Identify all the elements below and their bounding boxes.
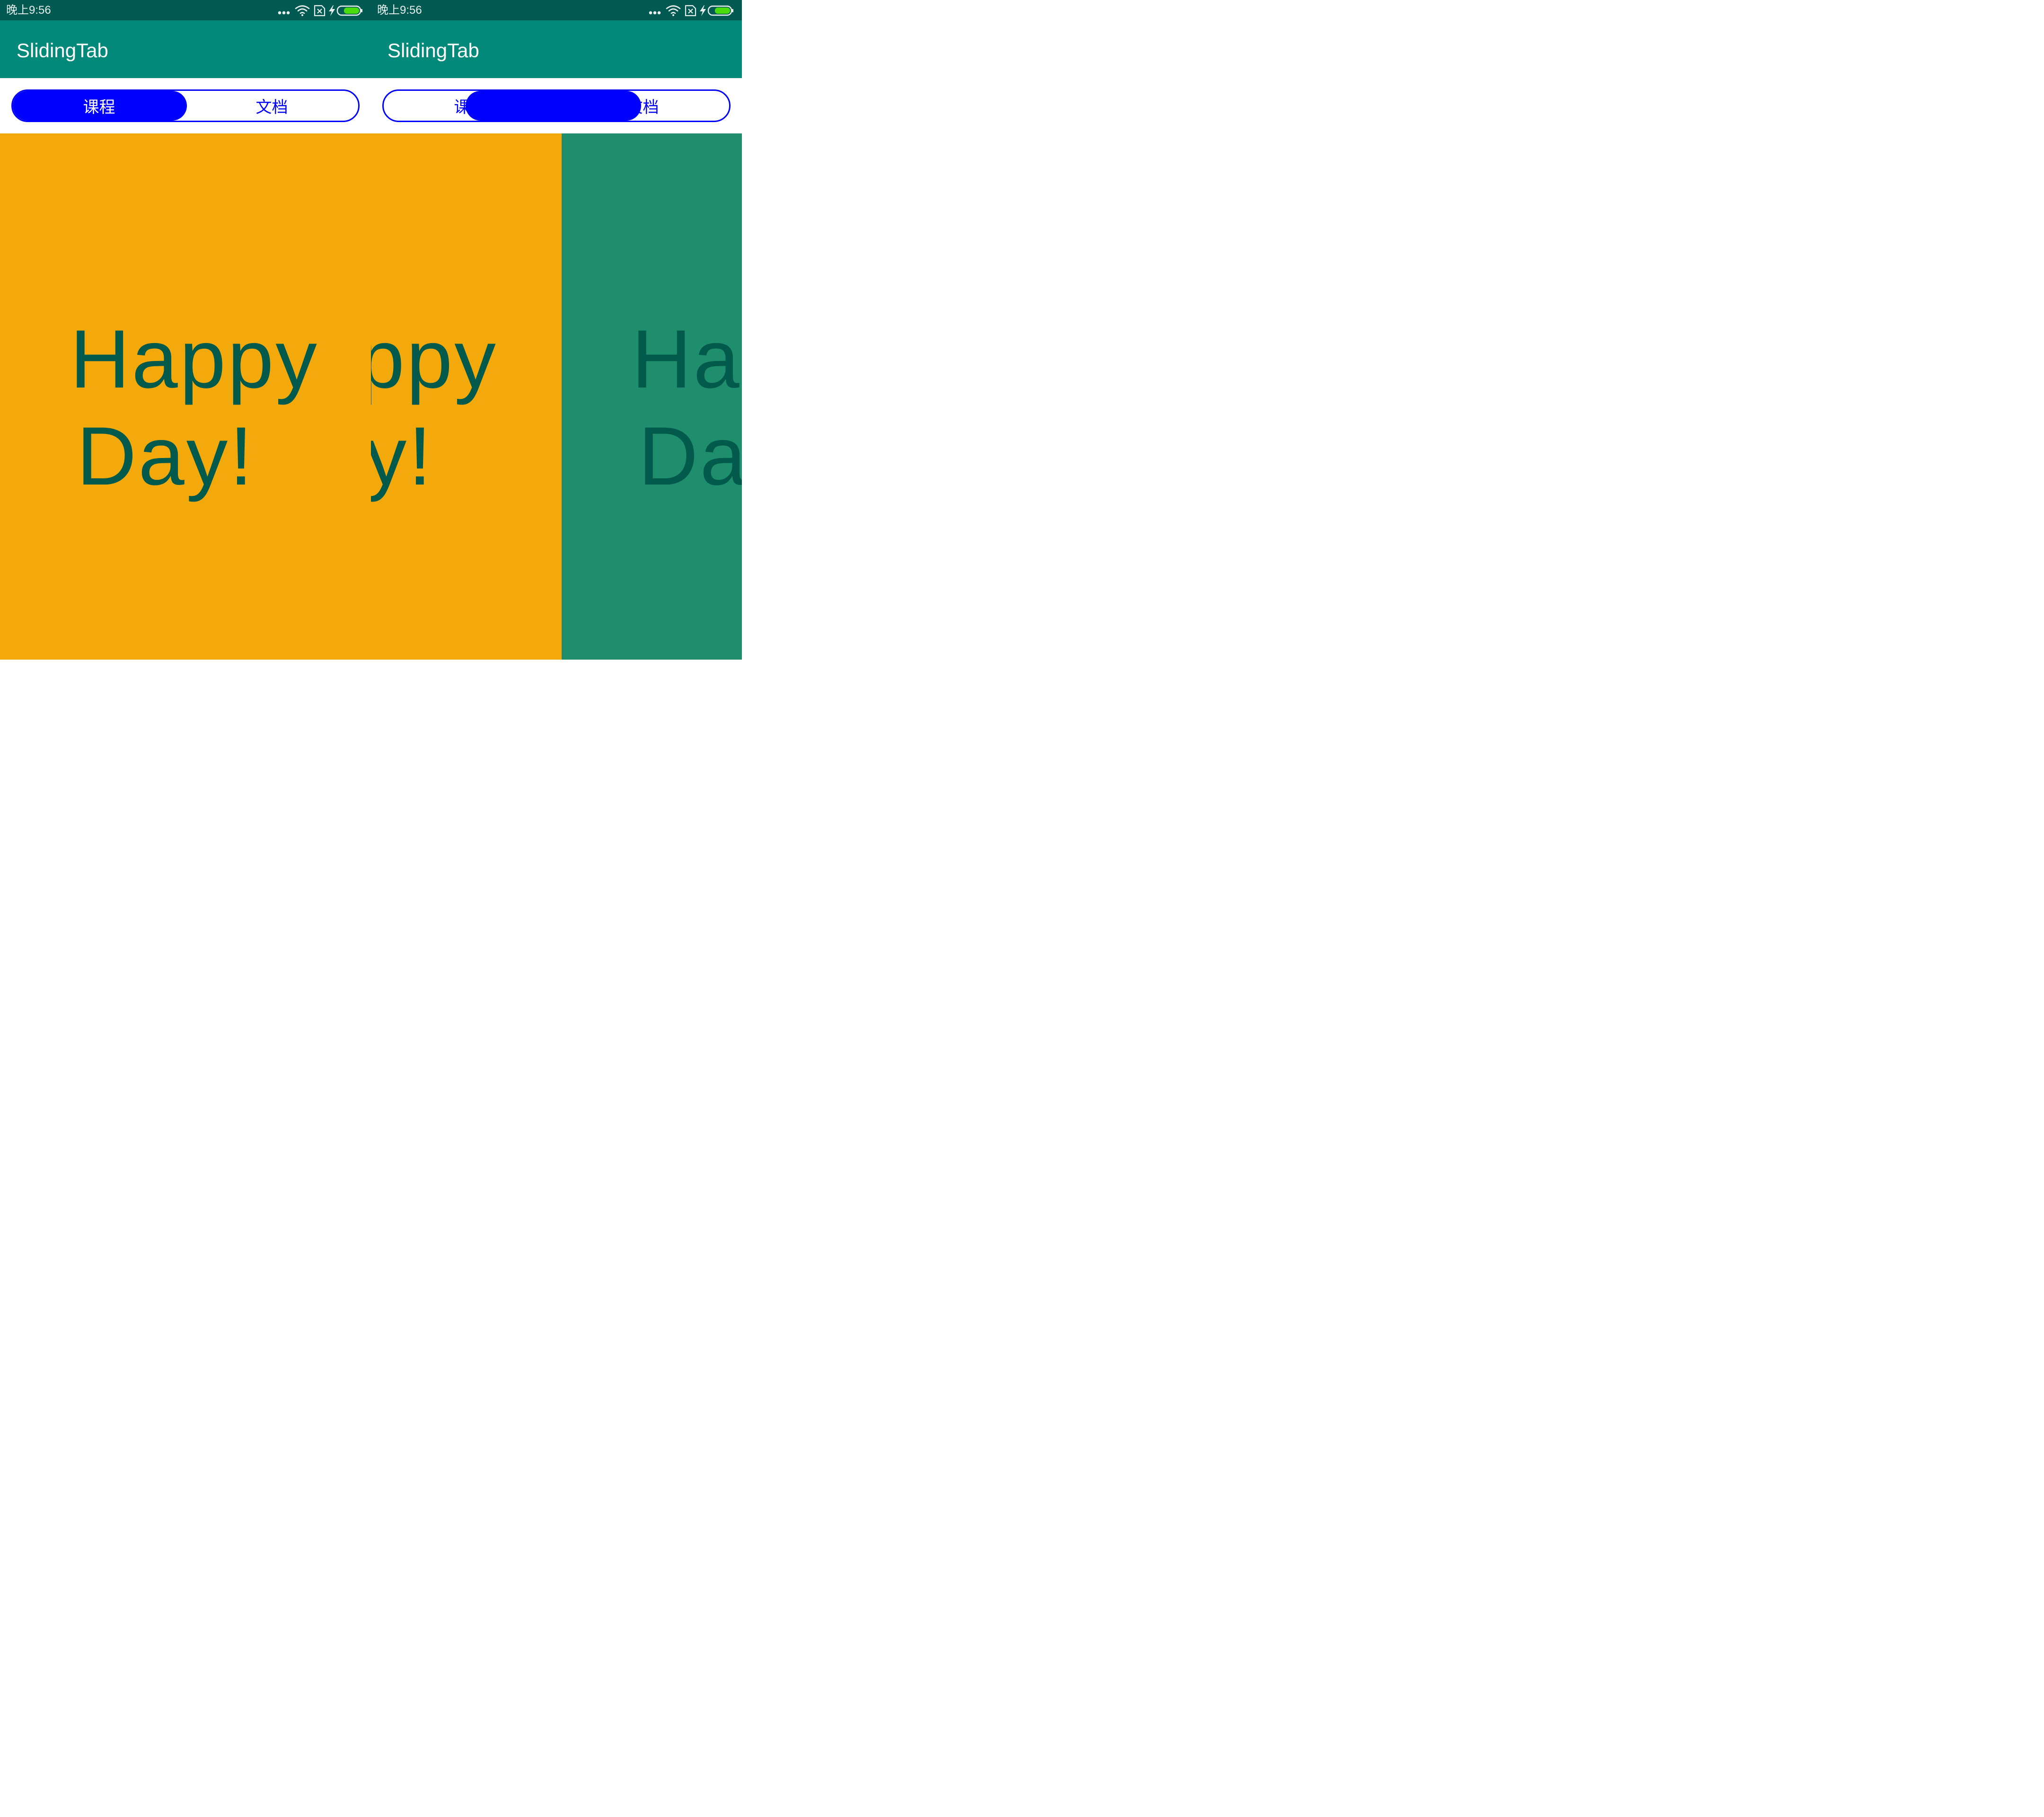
sim-disabled-icon: [685, 5, 696, 17]
charging-bolt-icon: [700, 5, 706, 16]
status-bar: 晚上9:56: [371, 0, 742, 20]
app-title: SlidingTab: [17, 39, 108, 62]
more-dots-icon: [649, 11, 661, 15]
tab-documents[interactable]: 文档: [185, 91, 358, 121]
page-text-line2: Day!: [371, 410, 433, 503]
tab-strip: 课程 文档: [0, 78, 371, 133]
wifi-icon: [666, 5, 681, 14]
page-documents: Happy Day!: [562, 133, 742, 660]
status-icons: [278, 4, 365, 17]
page-text-line1: Happy: [70, 313, 319, 406]
right-screen: 晚上9:56 SlidingTab 课程 文档 ppy y! Ha Da: [371, 0, 742, 660]
app-bar: SlidingTab: [371, 20, 742, 78]
sim-disabled-icon: [314, 5, 326, 17]
battery-icon: [707, 5, 733, 16]
status-bar: 晚上9:56: [0, 0, 371, 20]
page-text-line1: Happy: [632, 313, 742, 406]
tab-courses[interactable]: 课程: [384, 91, 556, 121]
app-title: SlidingTab: [388, 39, 479, 62]
battery-icon: [336, 5, 362, 16]
page-text-line2: Day!: [638, 410, 742, 503]
sliding-tab-bar: 课程 文档: [11, 89, 360, 122]
more-dots-icon: [278, 11, 290, 15]
page-courses: Happy Day!: [0, 133, 371, 660]
status-time: 晚上9:56: [377, 4, 422, 17]
sliding-tab-bar: 课程 文档: [382, 89, 731, 122]
app-bar: SlidingTab: [0, 20, 371, 78]
tab-courses[interactable]: 课程: [13, 91, 185, 121]
page-text-line2: Day!: [77, 410, 255, 503]
view-pager[interactable]: Happy Day!: [0, 133, 371, 660]
tab-documents[interactable]: 文档: [556, 91, 729, 121]
charging-bolt-icon: [329, 5, 335, 16]
tab-strip: 课程 文档: [371, 78, 742, 133]
page-courses: Happy Day!: [371, 133, 562, 660]
wifi-icon: [295, 5, 310, 14]
page-text-line1: Happy: [371, 313, 498, 406]
left-screen: 晚上9:56 SlidingTab 课程 文档 Happy Day!: [0, 0, 371, 660]
view-pager[interactable]: Happy Day! Happy Day!: [371, 133, 742, 660]
status-icons: [649, 4, 736, 17]
status-time: 晚上9:56: [6, 4, 51, 17]
